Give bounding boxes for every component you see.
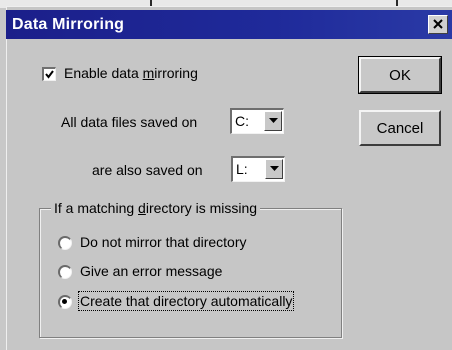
radio-selected-dot xyxy=(62,299,67,304)
ok-button[interactable]: OK xyxy=(358,56,442,94)
legend-suffix: irectory is missing xyxy=(145,200,258,216)
enable-mirroring-label[interactable]: Enable data mirroring xyxy=(64,65,198,81)
radio-error-message[interactable] xyxy=(58,265,72,279)
close-button[interactable] xyxy=(428,15,448,34)
radio-create-directory[interactable] xyxy=(58,295,72,309)
also-saved-on-dropdown-button[interactable] xyxy=(265,159,283,179)
legend-prefix: If a matching xyxy=(54,200,139,216)
radio-do-not-mirror-label[interactable]: Do not mirror that directory xyxy=(80,234,247,250)
saved-on-dropdown-button[interactable] xyxy=(264,111,282,131)
radio-create-directory-label[interactable]: Create that directory automatically xyxy=(77,291,295,311)
data-mirroring-dialog: Data Mirroring Enable data mirroring All… xyxy=(6,6,452,350)
legend-accel: d xyxy=(138,200,146,216)
dialog-title: Data Mirroring xyxy=(12,16,125,33)
enable-mirroring-label-prefix: Enable data xyxy=(64,65,143,81)
also-saved-on-drive-select[interactable]: L: xyxy=(231,156,285,182)
saved-on-drive-select[interactable]: C: xyxy=(230,108,284,134)
title-bar[interactable]: Data Mirroring xyxy=(6,10,452,39)
chevron-down-icon xyxy=(269,118,278,123)
enable-mirroring-label-suffix: irroring xyxy=(154,65,198,81)
saved-on-drive-value: C: xyxy=(235,113,249,129)
checkmark-icon xyxy=(45,70,54,79)
saved-on-label: All data files saved on xyxy=(61,114,198,130)
also-saved-on-drive-value: L: xyxy=(236,161,248,177)
also-saved-on-label: are also saved on xyxy=(92,162,203,178)
enable-mirroring-label-accel: m xyxy=(142,65,155,81)
radio-do-not-mirror[interactable] xyxy=(58,236,72,250)
missing-directory-legend: If a matching directory is missing xyxy=(51,200,261,216)
radio-error-message-label[interactable]: Give an error message xyxy=(80,263,222,279)
chevron-down-icon xyxy=(270,166,279,171)
enable-mirroring-checkbox[interactable] xyxy=(42,67,56,81)
close-icon xyxy=(433,19,443,29)
cancel-button[interactable]: Cancel xyxy=(359,110,441,146)
